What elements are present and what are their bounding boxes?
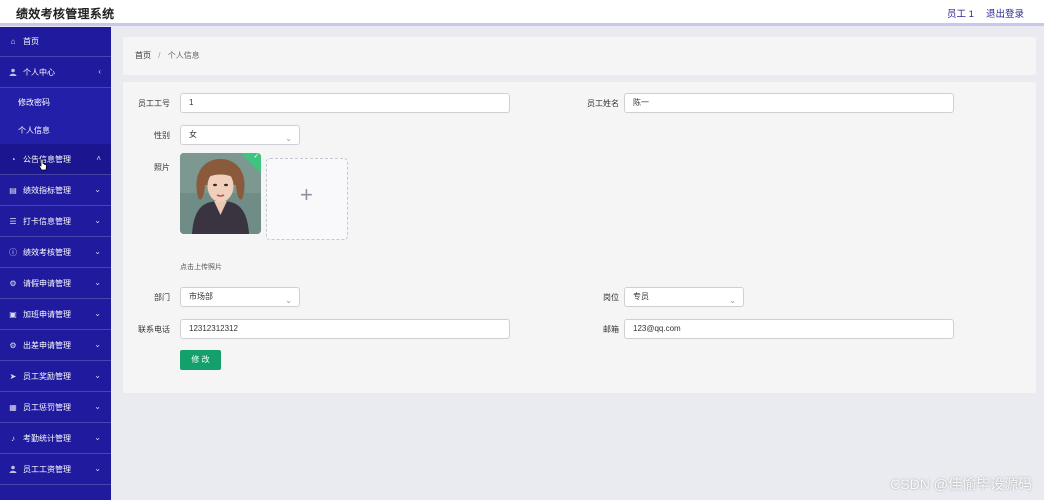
clock-icon: ◔ (10, 154, 16, 164)
photo-label: 照片 (154, 163, 170, 172)
breadcrumb: 首页 / 个人信息 (135, 50, 200, 61)
sidebar-item-label: 员工惩罚管理 (23, 402, 71, 412)
header-actions: 员工 1 退出登录 (947, 6, 1024, 20)
chevron-down-icon: ⌄ (94, 433, 101, 442)
sidebar-item-announcements[interactable]: ◔ 公告信息管理 ˄ (0, 144, 111, 175)
personal-info-form: 员工工号 1 员工姓名 陈一 性别 女 ⌄ 照片 ✓ + 点击上传照片 部门 市… (123, 82, 1036, 393)
sidebar-item-penalties[interactable]: ▦ 员工惩罚管理 ⌄ (0, 392, 111, 423)
sidebar-item-label: 出差申请管理 (23, 340, 71, 350)
watermark: CSDN @佳愉毕设源码 (890, 476, 1032, 492)
breadcrumb-home[interactable]: 首页 (135, 51, 151, 60)
breadcrumb-current: 个人信息 (167, 51, 200, 60)
breadcrumb-card: 首页 / 个人信息 (123, 37, 1036, 75)
sidebar-item-label: 绩效指标管理 (23, 185, 71, 195)
chevron-down-icon: ⌄ (94, 402, 101, 411)
sidebar-item-personal-center[interactable]: 个人中心 ‹ (0, 57, 111, 88)
user-icon (8, 68, 18, 76)
employee-name-label: 员工姓名 (587, 99, 619, 108)
sidebar-item-home[interactable]: ⌂ 首页 (0, 27, 111, 57)
mouse-pointer-icon (38, 158, 47, 171)
position-select-value: 专员 (633, 292, 649, 301)
position-select[interactable]: 专员 ⌄ (624, 287, 744, 307)
chevron-down-icon: ⌄ (94, 278, 101, 287)
department-label: 部门 (154, 293, 170, 302)
chevron-down-icon: ⌄ (94, 340, 101, 349)
sidebar-item-rewards[interactable]: ➤ 员工奖励管理 ⌄ (0, 361, 111, 392)
chevron-down-icon: ⌄ (94, 371, 101, 380)
top-bar: 绩效考核管理系统 员工 1 退出登录 (0, 0, 1044, 26)
employee-name-field[interactable]: 陈一 (624, 93, 954, 113)
logout-link[interactable]: 退出登录 (986, 6, 1024, 20)
sidebar-subitem-personal-info[interactable]: 个人信息 (0, 116, 111, 144)
chevron-down-icon: ⌄ (94, 464, 101, 473)
upload-hint: 点击上传照片 (180, 264, 222, 271)
email-field[interactable]: 123@qq.com (624, 319, 954, 339)
sidebar-item-kpi[interactable]: ▤ 绩效指标管理 ⌄ (0, 175, 111, 206)
sidebar-item-evaluation[interactable]: ⓘ 绩效考核管理 ⌄ (0, 237, 111, 268)
check-icon: ✓ (253, 153, 260, 161)
sidebar-item-attendance[interactable]: ☰ 打卡信息管理 ⌄ (0, 206, 111, 237)
chevron-down-icon: ⌄ (94, 247, 101, 256)
phone-label: 联系电话 (138, 325, 170, 334)
sidebar: ⌂ 首页 个人中心 ‹ 修改密码 个人信息 ◔ 公告信息管理 ˄ ▤ 绩效指标管… (0, 27, 111, 500)
portrait-image (180, 153, 261, 234)
employee-photo[interactable]: ✓ (180, 153, 261, 234)
employee-id-field[interactable]: 1 (180, 93, 510, 113)
person-icon (8, 465, 18, 473)
chevron-up-icon: ˄ (96, 154, 101, 163)
sidebar-subitem-change-password[interactable]: 修改密码 (0, 88, 111, 116)
employee-id-label: 员工工号 (138, 99, 170, 108)
sidebar-item-attendance-stats[interactable]: ♪ 考勤统计管理 ⌄ (0, 423, 111, 454)
chevron-down-icon: ⌄ (285, 134, 292, 143)
sidebar-item-salary[interactable]: 员工工资管理 ⌄ (0, 454, 111, 485)
current-user-label[interactable]: 员工 1 (947, 6, 974, 20)
submit-button[interactable]: 修 改 (180, 350, 221, 370)
sidebar-item-label: 个人中心 (23, 67, 55, 77)
sidebar-item-label: 打卡信息管理 (23, 216, 71, 226)
phone-field[interactable]: 12312312312 (180, 319, 510, 339)
position-label: 岗位 (603, 293, 619, 302)
email-label: 邮箱 (603, 325, 619, 334)
sidebar-item-business-trip[interactable]: ⚙ 出差申请管理 ⌄ (0, 330, 111, 361)
settings-icon: ⚙ (9, 340, 17, 350)
doc-icon: ▦ (9, 402, 17, 412)
chevron-up-icon: ‹ (98, 67, 101, 76)
gender-select-value: 女 (189, 130, 197, 139)
send-icon: ➤ (9, 371, 17, 381)
mic-icon: ♪ (11, 433, 15, 443)
upload-photo-button[interactable]: + (266, 158, 348, 240)
home-icon: ⌂ (10, 37, 16, 46)
sidebar-item-label: 绩效考核管理 (23, 247, 71, 257)
chevron-down-icon: ⌄ (94, 309, 101, 318)
app-title: 绩效考核管理系统 (16, 7, 115, 21)
sidebar-item-label: 考勤统计管理 (23, 433, 71, 443)
chevron-down-icon: ⌄ (94, 216, 101, 225)
sidebar-item-overtime[interactable]: ▣ 加班申请管理 ⌄ (0, 299, 111, 330)
gear-icon: ⚙ (9, 278, 17, 288)
list-icon: ▤ (9, 185, 17, 195)
main-content: 首页 / 个人信息 员工工号 1 员工姓名 陈一 性别 女 ⌄ 照片 ✓ + 点… (111, 27, 1044, 500)
department-select-value: 市场部 (189, 292, 213, 301)
lock-icon: ▣ (9, 309, 17, 319)
department-select[interactable]: 市场部 ⌄ (180, 287, 300, 307)
sidebar-item-leave[interactable]: ⚙ 请假申请管理 ⌄ (0, 268, 111, 299)
gender-select[interactable]: 女 ⌄ (180, 125, 300, 145)
chevron-down-icon: ⌄ (94, 185, 101, 194)
breadcrumb-separator: / (158, 51, 161, 60)
menu-icon: ☰ (9, 216, 17, 226)
chevron-down-icon: ⌄ (729, 296, 736, 305)
chevron-down-icon: ⌄ (285, 296, 292, 305)
sidebar-item-label: 请假申请管理 (23, 278, 71, 288)
gender-label: 性别 (154, 131, 170, 140)
plus-icon: + (300, 182, 313, 207)
sidebar-item-label: 首页 (23, 37, 39, 46)
sidebar-item-label: 员工奖励管理 (23, 371, 71, 381)
sidebar-item-label: 加班申请管理 (23, 309, 71, 319)
sidebar-item-label: 员工工资管理 (23, 464, 71, 474)
info-icon: ⓘ (9, 247, 17, 257)
